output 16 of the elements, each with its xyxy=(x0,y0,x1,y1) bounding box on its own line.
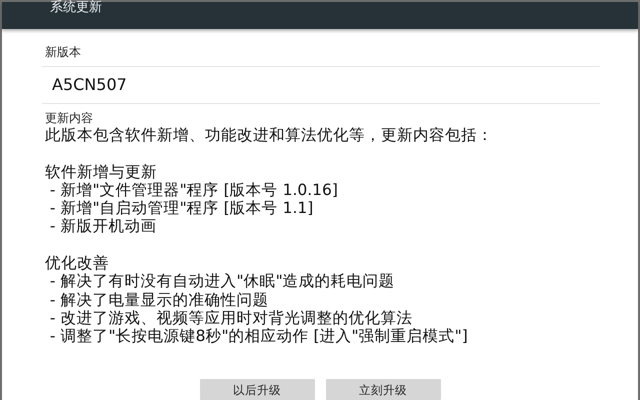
field-label: 新版本 xyxy=(44,44,82,60)
section-heading: 优化改善 xyxy=(44,254,110,272)
changelog-item: - 新增"自启动管理"程序 [版本号 1.1] xyxy=(48,199,314,218)
changelog-item: - 新增"文件管理器"程序 [版本号 1.0.16] xyxy=(48,180,339,200)
upgrade-button[interactable]: 以后升级 xyxy=(200,379,314,400)
window-title: 系统更新 xyxy=(50,1,102,14)
changelog-intro: 此版本包含软件新增、功能改进和算法优化等，更新内容包括： xyxy=(44,126,494,144)
changelog-item: - 调整了"长按电源键8秒"的相应动作 [进入"强制重启模式"] xyxy=(48,327,469,346)
upgrade-button[interactable]: 立刻升级 xyxy=(326,379,440,400)
section-heading: 软件新增与更新 xyxy=(44,162,158,181)
version-value: A5CN507 xyxy=(51,74,128,96)
changelog-item: - 新版开机动画 xyxy=(48,217,158,236)
field-label: 更新内容 xyxy=(44,110,94,126)
changelog-item: - 解决了电量显示的准确性问题 xyxy=(48,290,270,309)
changelog-item: - 改进了游戏、视频等应用时对背光调整的优化算法 xyxy=(48,308,414,328)
changelog-item: - 解决了有时没有自动进入"休眠"造成的耗电问题 xyxy=(48,272,396,291)
